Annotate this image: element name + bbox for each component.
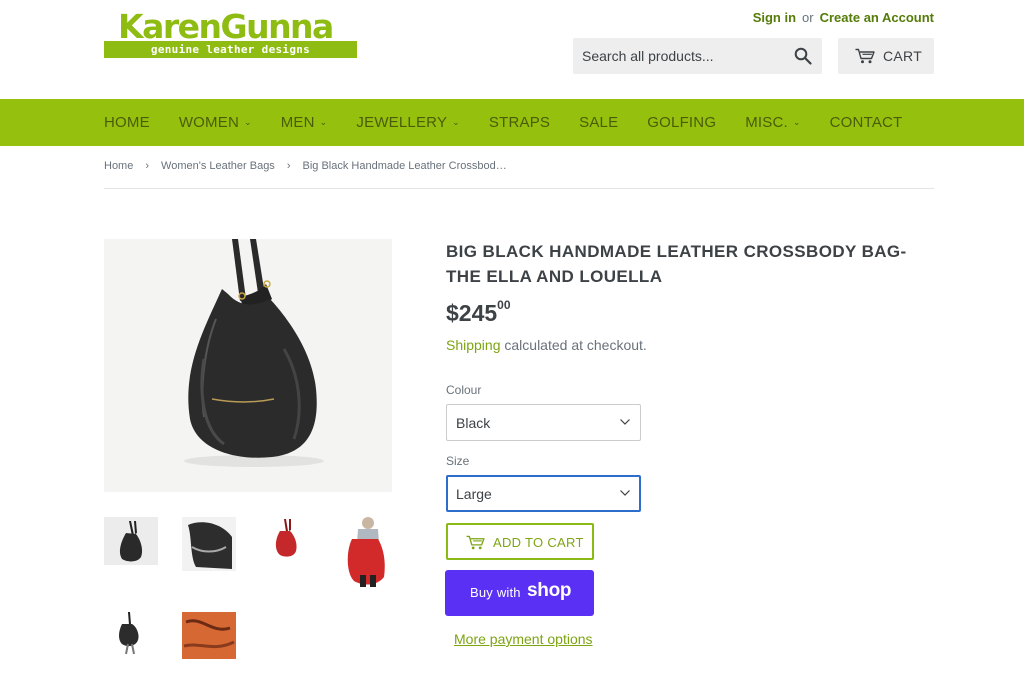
breadcrumb-divider (104, 188, 934, 189)
cart-label: CART (883, 48, 923, 64)
thumbnail-4[interactable] (338, 517, 392, 587)
nav-item-misc[interactable]: MISC. ⌄ (745, 114, 800, 131)
main-nav: HOME WOMEN ⌄ MEN ⌄ JEWELLERY ⌄ STRAPS SALE GOLFIN… (0, 99, 1024, 146)
shop-logo: shop (527, 580, 572, 601)
nav-item-home[interactable]: HOME (104, 114, 150, 131)
price-main: $245 (446, 300, 498, 326)
logo-tagline-band: genuine leather designs (104, 41, 357, 58)
logo-wordmark: KarenGunna (118, 7, 334, 46)
logo-tagline: genuine leather designs (150, 43, 311, 56)
site-logo[interactable]: KarenGunna genuine leather designs (104, 7, 357, 59)
nav-item-sale[interactable]: SALE (579, 114, 618, 131)
create-account-link[interactable]: Create an Account (820, 10, 934, 25)
nav-item-label: GOLFING (647, 114, 717, 131)
nav-item-label: MEN (280, 114, 315, 131)
buy-with-label: Buy with (470, 585, 521, 600)
search-icon[interactable] (794, 47, 812, 65)
size-value: Large (456, 486, 492, 502)
cart-icon (855, 48, 875, 64)
shipping-link[interactable]: Shipping (446, 337, 501, 353)
chevron-down-icon: ⌄ (792, 117, 801, 127)
shipping-note: Shipping calculated at checkout. (446, 337, 647, 353)
breadcrumb-current: Big Black Handmade Leather Crossbod… (302, 160, 507, 172)
size-label: Size (446, 454, 470, 468)
add-to-cart-label: ADD TO CART (493, 535, 584, 550)
thumbnail-1[interactable] (104, 517, 158, 565)
nav-list: HOME WOMEN ⌄ MEN ⌄ JEWELLERY ⌄ STRAPS SALE GOLFIN… (104, 99, 931, 146)
thumbnail-image (275, 519, 297, 557)
breadcrumb-home[interactable]: Home (104, 160, 133, 172)
chevron-down-icon (620, 490, 630, 496)
cart-icon (466, 535, 485, 550)
sign-in-link[interactable]: Sign in (753, 10, 796, 25)
size-select[interactable]: Large (446, 475, 641, 512)
nav-item-label: CONTACT (829, 114, 903, 131)
nav-item-men[interactable]: MEN ⌄ (281, 114, 328, 131)
price-cents: 00 (497, 298, 511, 313)
thumbnail-5[interactable] (104, 610, 158, 658)
thumbnail-6[interactable] (182, 612, 236, 659)
nav-item-jewellery[interactable]: JEWELLERY ⌄ (356, 114, 459, 131)
or-text: or (802, 10, 814, 25)
nav-item-label: STRAPS (488, 114, 551, 131)
product-title: BIG BLACK HANDMADE LEATHER CROSSBODY BAG… (446, 242, 907, 286)
nav-item-label: HOME (104, 114, 150, 131)
nav-item-label: WOMEN (178, 114, 239, 131)
add-to-cart-button[interactable]: ADD TO CART (446, 523, 594, 560)
nav-item-label: MISC. (745, 114, 788, 131)
nav-item-label: JEWELLERY (356, 114, 448, 131)
nav-item-label: SALE (579, 114, 619, 131)
breadcrumb-category[interactable]: Women's Leather Bags (161, 160, 275, 172)
nav-item-straps[interactable]: STRAPS (489, 114, 550, 131)
colour-label: Colour (446, 383, 482, 397)
product-price: $24500 (446, 298, 511, 327)
thumbnail-3[interactable] (260, 517, 314, 565)
colour-value: Black (456, 415, 491, 431)
chevron-down-icon: ⌄ (319, 117, 328, 127)
thumbnail-image (119, 521, 143, 562)
breadcrumb-separator: › (286, 160, 291, 172)
breadcrumb-separator: › (145, 160, 150, 172)
nav-item-golfing[interactable]: GOLFING (647, 114, 716, 131)
nav-item-contact[interactable]: CONTACT (830, 114, 903, 131)
buy-with-shop-button[interactable]: Buy with shop (445, 570, 594, 616)
colour-select[interactable]: Black (446, 404, 641, 441)
thumbnail-image (119, 612, 139, 655)
search-placeholder: Search all products... (582, 48, 714, 64)
chevron-down-icon: ⌄ (243, 117, 252, 127)
product-main-image[interactable] (104, 239, 392, 492)
breadcrumb: Home › Women's Leather Bags › Big Black Hand… (104, 160, 507, 172)
chevron-down-icon: ⌄ (452, 117, 460, 127)
thumbnail-image (347, 517, 385, 587)
nav-item-women[interactable]: WOMEN ⌄ (179, 114, 252, 131)
shipping-text: calculated at checkout. (500, 337, 647, 353)
thumbnail-image (188, 522, 232, 569)
black-bag-photo (104, 239, 392, 492)
thumbnail-2[interactable] (182, 517, 236, 571)
account-links: Sign in or Create an Account (753, 10, 934, 25)
search-input[interactable]: Search all products... (573, 38, 822, 74)
cart-button[interactable]: CART (838, 38, 934, 74)
chevron-down-icon (620, 419, 630, 425)
more-payment-options-link[interactable]: More payment options (454, 631, 593, 647)
thumbnail-image (182, 612, 236, 659)
